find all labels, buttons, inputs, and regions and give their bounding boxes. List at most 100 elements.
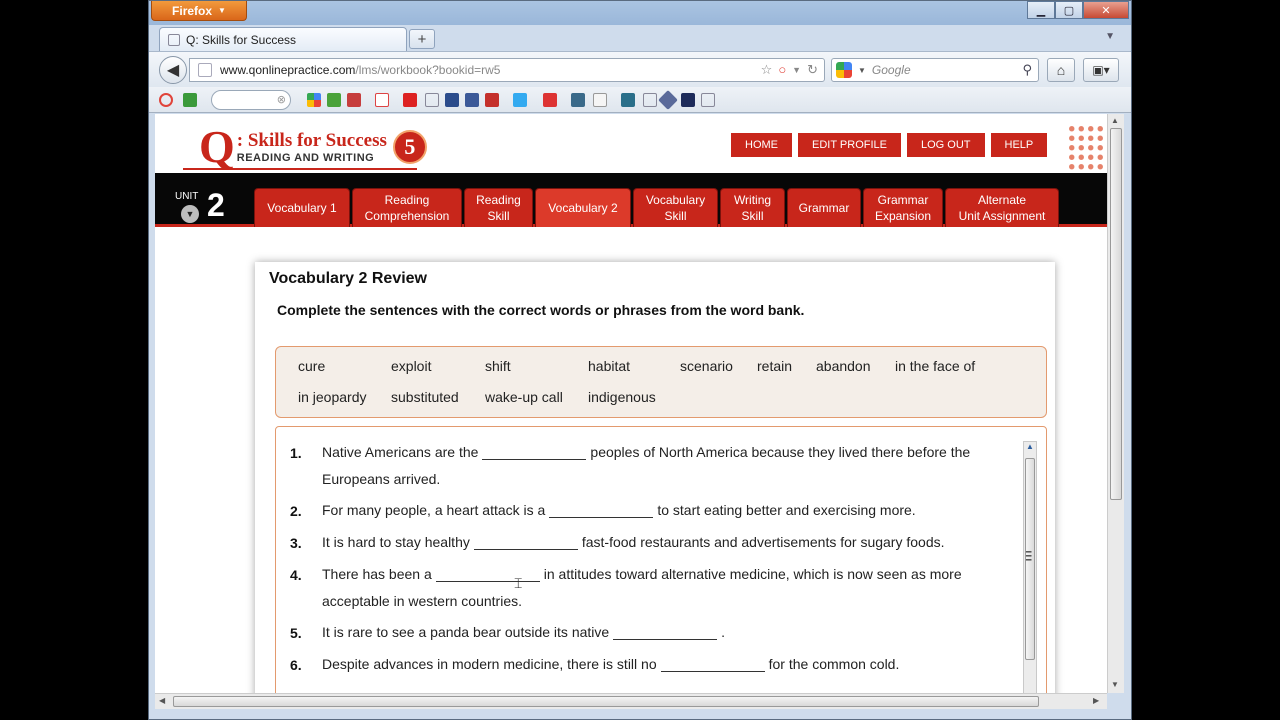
blank-bookmark-icon[interactable] <box>701 93 715 107</box>
amazon-icon[interactable] <box>593 93 607 107</box>
question-number: 4. <box>290 567 302 583</box>
help-button[interactable]: HELP <box>990 133 1048 157</box>
maximize-icon[interactable]: ▢ <box>1055 1 1083 19</box>
tab-writing-skill[interactable]: Writing Skill <box>720 188 785 227</box>
word-bank-item[interactable]: in the face of <box>895 358 975 374</box>
grip-icon: ━ ━ ━ <box>1026 547 1032 565</box>
adblock-circle-icon[interactable]: ○ <box>778 62 786 78</box>
blank-bookmark-icon[interactable] <box>425 93 439 107</box>
bookmark-icon[interactable] <box>571 93 585 107</box>
twitter-icon[interactable] <box>513 93 527 107</box>
close-icon[interactable]: ✕ <box>1083 1 1129 19</box>
word-bank-item[interactable]: shift <box>485 358 511 374</box>
tab-vocabulary-skill[interactable]: Vocabulary Skill <box>633 188 718 227</box>
question-number: 3. <box>290 535 302 551</box>
word-bank-item[interactable]: abandon <box>816 358 871 374</box>
back-arrow-icon[interactable]: ◀ <box>159 56 187 84</box>
site-logo[interactable]: Q : Skills for Success READING AND WRITI… <box>199 122 427 172</box>
answer-blank[interactable] <box>549 504 654 518</box>
word-bank-item[interactable]: wake-up call <box>485 389 563 405</box>
scroll-right-arrow-icon[interactable]: ▶ <box>1093 696 1099 705</box>
word-bank-item[interactable]: retain <box>757 358 792 374</box>
addon-search-input[interactable]: ⊗ <box>211 90 291 110</box>
addon-red-circle-icon[interactable] <box>159 93 173 107</box>
minimize-icon[interactable]: ▁ <box>1027 1 1055 19</box>
answer-blank[interactable] <box>435 568 540 582</box>
word-bank-item[interactable]: indigenous <box>588 389 656 405</box>
url-actions: ☆ ○ ▼ ↻ <box>761 62 818 78</box>
tab-reading-skill[interactable]: Reading Skill <box>464 188 533 227</box>
tab-strip: Q: Skills for Success + ▼ <box>149 25 1131 51</box>
scroll-up-arrow-icon[interactable]: ▲ <box>1111 116 1119 125</box>
unit-number: 2 <box>207 187 225 223</box>
url-bar[interactable]: www.qonlinepractice.com/lms/workbook?boo… <box>189 58 825 82</box>
bookmark-icon[interactable] <box>445 93 459 107</box>
answer-blank[interactable] <box>660 658 765 672</box>
search-input[interactable]: ▼ Google ⚲ <box>831 58 1039 82</box>
home-button[interactable]: HOME <box>731 133 792 157</box>
search-engine-chevron-icon[interactable]: ▼ <box>858 66 866 75</box>
blank-bookmark-icon[interactable] <box>643 93 657 107</box>
question-line: For many people, a heart attack is a to s… <box>322 502 916 518</box>
word-bank-item[interactable]: exploit <box>391 358 431 374</box>
word-bank-item[interactable]: in jeopardy <box>298 389 367 405</box>
dropdown-chevron-icon[interactable]: ▼ <box>792 62 801 78</box>
browser-tab[interactable]: Q: Skills for Success <box>159 27 407 51</box>
tab-grammar-expansion[interactable]: Grammar Expansion <box>863 188 943 227</box>
bookmark-icon[interactable] <box>543 93 557 107</box>
question-text: for the common cold. <box>768 656 900 672</box>
tab-vocabulary-2[interactable]: Vocabulary 2 <box>535 188 631 227</box>
bookmark-icon[interactable] <box>658 90 678 110</box>
bookmark-icon[interactable] <box>347 93 361 107</box>
tab-grammar[interactable]: Grammar <box>787 188 861 227</box>
reload-icon[interactable]: ↻ <box>807 62 818 78</box>
clear-icon[interactable]: ⊗ <box>277 93 286 106</box>
word-bank-item[interactable]: cure <box>298 358 325 374</box>
word-bank-item[interactable]: substituted <box>391 389 459 405</box>
answer-blank[interactable] <box>482 446 587 460</box>
unit-dropdown-icon[interactable]: ▼ <box>181 205 199 223</box>
question-text: Despite advances in modern medicine, the… <box>322 656 657 672</box>
page-scroll-thumb[interactable] <box>1110 128 1122 500</box>
facebook-icon[interactable] <box>465 93 479 107</box>
text-cursor-icon: ⌶ <box>514 575 523 591</box>
exercise-scrollbar[interactable]: ▲ ━ ━ ━ <box>1023 441 1037 693</box>
bookmark-star-icon[interactable]: ☆ <box>761 62 773 78</box>
scroll-up-arrow-icon[interactable]: ▲ <box>1025 442 1035 454</box>
new-tab-plus-icon[interactable]: + <box>409 29 435 49</box>
home-icon[interactable]: ⌂ <box>1047 58 1075 82</box>
tab-list-chevron-icon[interactable]: ▼ <box>1105 31 1115 42</box>
gmail-icon[interactable] <box>375 93 389 107</box>
bookmark-icon[interactable] <box>621 93 635 107</box>
question-text: There has been a <box>322 566 432 582</box>
log-out-button[interactable]: LOG OUT <box>906 133 985 157</box>
answer-blank[interactable] <box>613 626 718 640</box>
tab-vocabulary-1[interactable]: Vocabulary 1 <box>254 188 350 227</box>
horizontal-scroll-thumb[interactable] <box>173 696 1039 707</box>
flag-bookmark-icon[interactable] <box>403 93 417 107</box>
tab-reading-comprehension[interactable]: Reading Comprehension <box>352 188 462 227</box>
tab-alternate-unit-assignment[interactable]: Alternate Unit Assignment <box>945 188 1059 227</box>
word-bank-item[interactable]: habitat <box>588 358 630 374</box>
youtube-icon[interactable] <box>485 93 499 107</box>
answer-blank[interactable] <box>473 536 578 550</box>
scroll-down-arrow-icon[interactable]: ▼ <box>1111 680 1119 689</box>
question-text: It is hard to stay healthy <box>322 534 470 550</box>
bookmarks-menu-icon[interactable]: ▣▾ <box>1083 58 1119 82</box>
page-horizontal-scrollbar[interactable]: ◀ ▶ <box>155 693 1107 709</box>
page-content: Q : Skills for Success READING AND WRITI… <box>155 114 1107 693</box>
google-bookmark-icon[interactable] <box>307 93 321 107</box>
question-text: It is rare to see a panda bear outside i… <box>322 624 610 640</box>
oup-icon[interactable] <box>681 93 695 107</box>
addon-share-icon[interactable] <box>183 93 197 107</box>
site-identity-icon[interactable] <box>198 63 212 77</box>
question-number: 5. <box>290 625 302 641</box>
green-bookmark-icon[interactable] <box>327 93 341 107</box>
firefox-menu-button[interactable]: Firefox ▼ <box>151 1 247 21</box>
page-favicon-icon <box>168 33 180 46</box>
search-magnifier-icon[interactable]: ⚲ <box>1022 62 1032 78</box>
edit-profile-button[interactable]: EDIT PROFILE <box>798 133 901 157</box>
page-vertical-scrollbar[interactable]: ▲ ▼ <box>1107 114 1124 693</box>
word-bank-item[interactable]: scenario <box>680 358 733 374</box>
scroll-left-arrow-icon[interactable]: ◀ <box>159 696 165 705</box>
